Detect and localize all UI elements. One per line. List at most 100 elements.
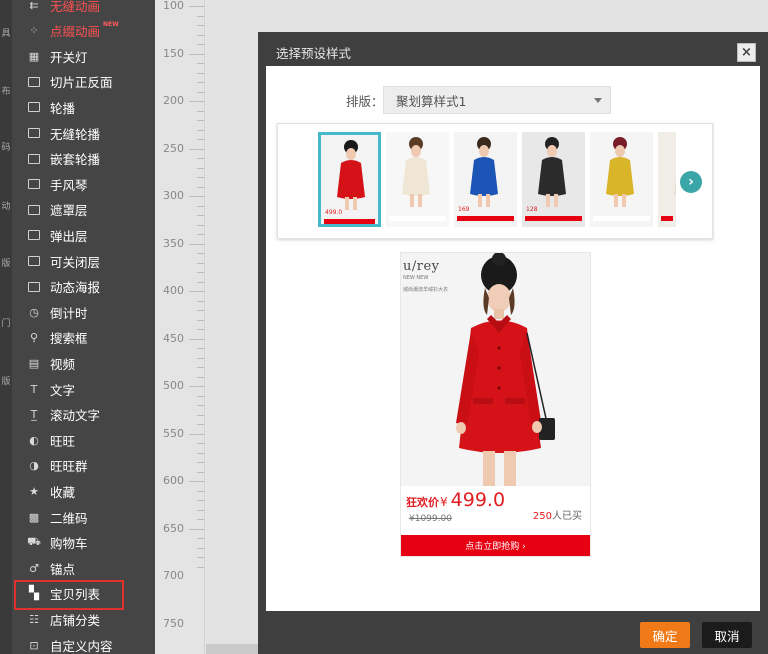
ruler-tick	[197, 186, 204, 188]
buy-now-button[interactable]: 点击立即抢购 ›	[401, 535, 590, 556]
ruler-label: 400	[163, 284, 184, 297]
ruler-tick	[189, 148, 204, 150]
confirm-button[interactable]: 确定	[640, 622, 690, 648]
style-thumbnail[interactable]: 128	[522, 132, 585, 227]
ruler-tick	[197, 110, 204, 112]
sold-count: 250人已买	[533, 507, 582, 522]
sidebar-item[interactable]: 弹出层	[12, 223, 155, 247]
style-thumbnail[interactable]	[386, 132, 449, 227]
sidebar-item[interactable]: 切片正反面	[12, 70, 155, 94]
sidebar-item-label: 自定义内容	[50, 638, 113, 654]
thumbnail-price: 169	[458, 206, 470, 213]
cancel-button[interactable]: 取消	[702, 622, 752, 648]
sidebar-item[interactable]: 可关闭层	[12, 249, 155, 273]
qr-code-icon: ▩	[28, 510, 40, 524]
sidebar-item[interactable]: ⇇ 无缝动画NEW	[12, 0, 155, 17]
sidebar-item[interactable]: ⚲ 搜索框	[12, 326, 155, 350]
ruler-label: 650	[163, 521, 184, 535]
sidebar-item[interactable]: ★ 收藏	[12, 479, 155, 503]
style-thumbnail[interactable]	[658, 132, 676, 227]
ruler-tick	[189, 291, 204, 292]
wangwang-icon: ◐	[29, 433, 39, 447]
sidebar-item[interactable]: 嵌套轮播	[12, 147, 155, 171]
model-figure	[456, 253, 555, 486]
sidebar-item-label: 搜索框	[50, 331, 88, 347]
back-arrows-icon: ⇇	[29, 0, 39, 12]
star-icon: ★	[29, 484, 39, 498]
price-value: 499.0	[450, 489, 506, 511]
scrolling-text-icon: T̲	[30, 408, 38, 422]
ruler-tick	[197, 82, 204, 83]
custom-content-icon: ⊡	[29, 638, 39, 652]
sidebar-item[interactable]: ◷ 倒计时	[12, 300, 155, 324]
ruler-label: 700	[163, 569, 184, 582]
price-row: 狂欢价 ¥ 499.0	[406, 489, 505, 515]
sidebar-item[interactable]: ☷ 店铺分类	[12, 607, 155, 631]
layout-select[interactable]: 聚划算样式1	[383, 86, 611, 114]
next-arrow-icon[interactable]: ›	[680, 171, 702, 193]
sidebar-item[interactable]: ◐ 旺旺	[12, 428, 155, 452]
sidebar-item[interactable]: 无缝轮播	[12, 121, 155, 145]
thumbnail-price: 128	[526, 206, 538, 213]
left-strip-label: 具	[1, 29, 11, 39]
ruler-tick	[197, 120, 204, 121]
mask-layer-icon	[26, 202, 42, 218]
style-thumbnail[interactable]: 499.0	[318, 132, 381, 227]
sidebar-item-label: 动态海报	[50, 280, 101, 296]
ruler-tick	[197, 490, 204, 492]
ruler-tick	[197, 348, 204, 349]
sidebar-item-label: 店铺分类	[50, 612, 101, 628]
sidebar-item[interactable]: ▤ 视频	[12, 351, 155, 375]
left-strip-label: 版	[1, 377, 11, 387]
sidebar-item[interactable]: ⊡ 自定义内容	[12, 633, 155, 654]
style-thumbnail[interactable]: 169	[454, 132, 517, 227]
preset-style-dialog: 选择预设样式 × 排版： 聚划算样式1 499.0 169 128 › u/rey N…	[258, 32, 768, 654]
ruler-tick	[197, 129, 204, 131]
sidebar-item-label: 无缝轮播	[50, 126, 101, 142]
horizontal-scrollbar[interactable]	[206, 644, 266, 654]
sidebar-item-label: 开关灯	[50, 49, 88, 65]
thumbnail-buy-bar	[324, 219, 375, 224]
ruler-tick	[189, 243, 204, 245]
ruler-tick	[197, 253, 204, 254]
sidebar-item[interactable]: 轮播	[12, 95, 155, 119]
ruler-tick	[197, 300, 204, 302]
price-label: 狂欢价	[406, 496, 439, 509]
ruler-tick	[197, 414, 204, 416]
ruler-tick	[197, 357, 204, 359]
ruler-tick	[197, 34, 204, 36]
sidebar-item-label: 购物车	[50, 536, 88, 552]
thumbnail-buy-bar	[661, 216, 673, 221]
dynamic-poster-icon	[26, 279, 42, 295]
ruler-label: 200	[163, 94, 184, 107]
sidebar-item-label: 无缝动画	[50, 0, 101, 14]
sidebar-item[interactable]: 手风琴	[12, 172, 155, 196]
sidebar-item[interactable]: 动态海报	[12, 275, 155, 299]
sidebar-item-label: 切片正反面	[50, 75, 113, 91]
sidebar-item[interactable]: ▩ 二维码	[12, 505, 155, 529]
ruler-tick	[197, 310, 204, 311]
ruler-tick	[197, 452, 204, 454]
close-icon[interactable]: ×	[737, 43, 756, 62]
sidebar-item[interactable]: ◑ 旺旺群	[12, 454, 155, 478]
ruler-tick	[197, 15, 204, 17]
text-icon: T	[30, 382, 38, 396]
left-strip-label: 码	[1, 143, 11, 153]
style-thumbnail[interactable]	[590, 132, 653, 227]
thumbnail-buy-bar	[593, 216, 650, 221]
ruler-tick	[197, 500, 204, 501]
ruler-tick	[197, 72, 204, 74]
sidebar-item[interactable]: T̲ 滚动文字	[12, 403, 155, 427]
sidebar-item[interactable]: ⛟ 购物车	[12, 531, 155, 555]
sidebar-item-label: 点缀动画	[50, 24, 101, 40]
sidebar-item[interactable]: T 文字	[12, 377, 155, 401]
sidebar-item[interactable]: 遮罩层	[12, 198, 155, 222]
sidebar-item[interactable]: ▦ 开关灯	[12, 44, 155, 68]
sidebar-item[interactable]: ♂ 锚点	[12, 556, 155, 580]
grid-dots-icon: ▦	[28, 49, 40, 63]
ruler-tick	[189, 101, 204, 102]
sidebar-item[interactable]: ⁘ 点缀动画 NEW	[12, 19, 155, 43]
new-badge: NEW	[103, 0, 119, 2]
carousel-icon	[26, 99, 42, 115]
ruler-tick	[197, 262, 204, 264]
